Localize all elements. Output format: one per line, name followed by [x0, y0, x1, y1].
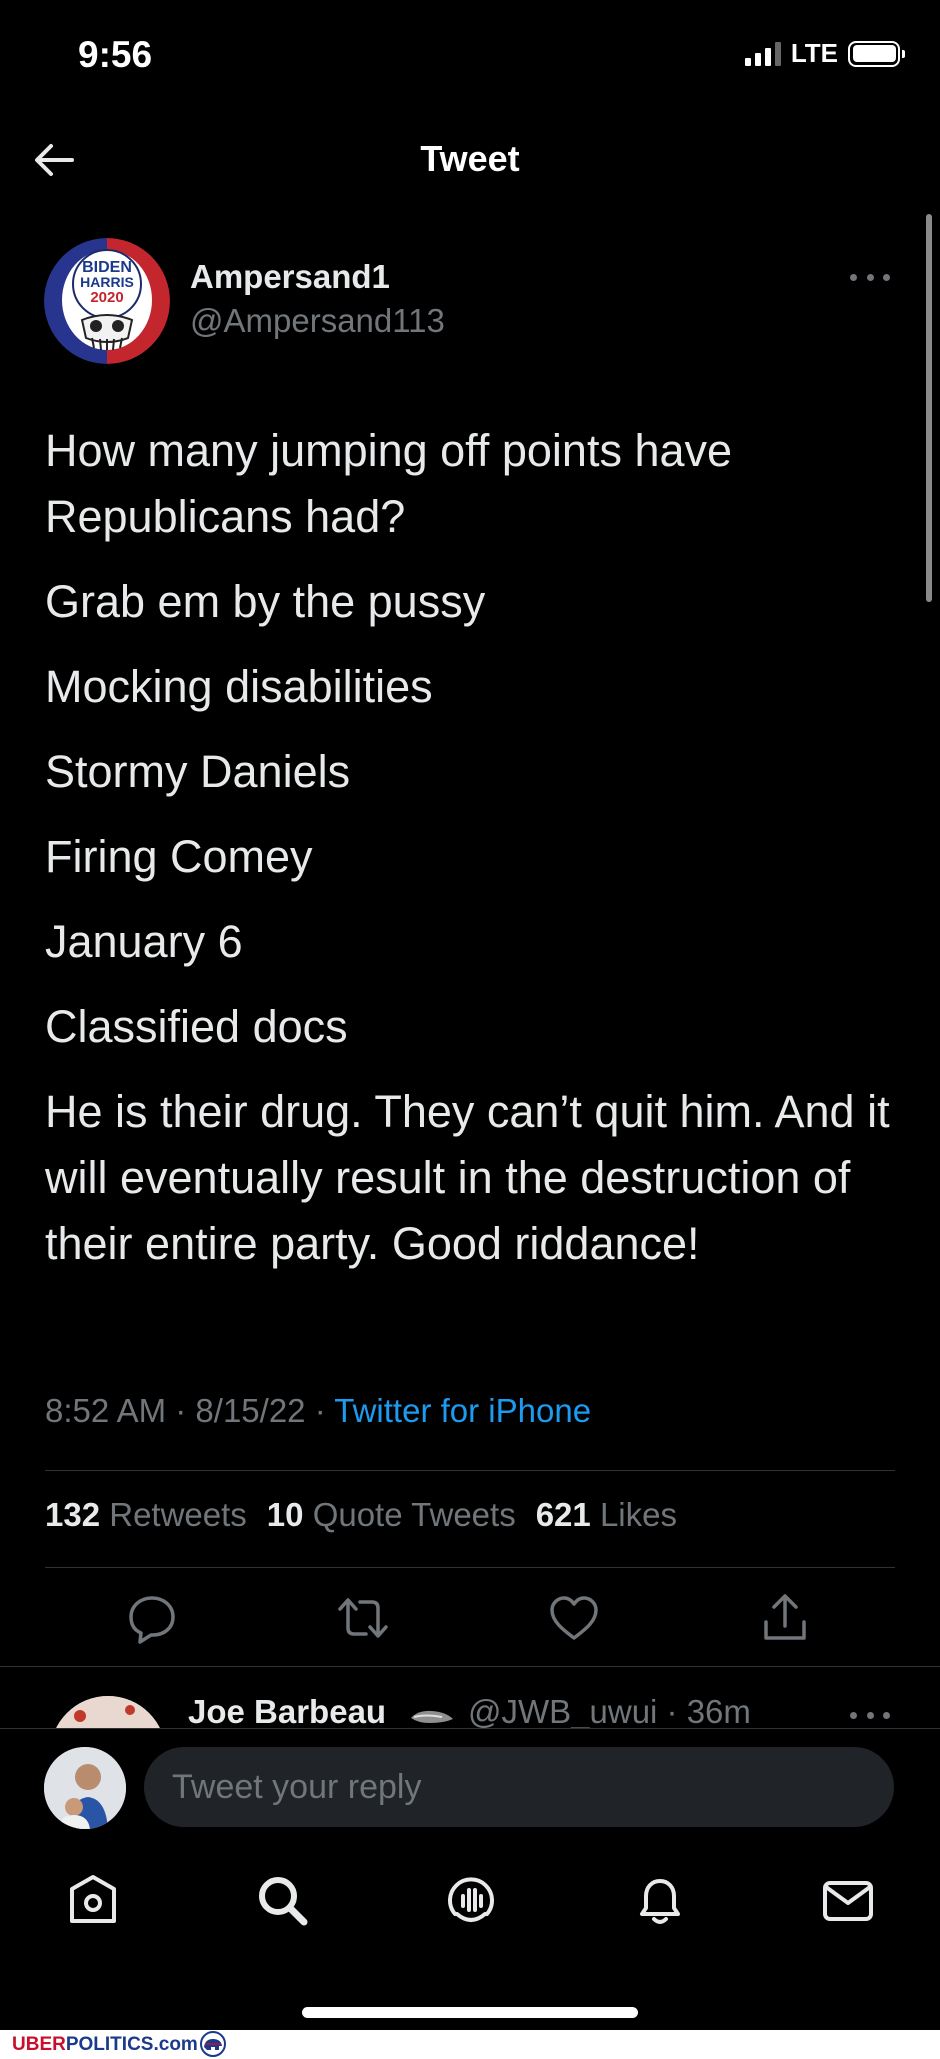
signal-icon [744, 41, 781, 66]
scrollbar[interactable] [926, 214, 932, 602]
retweets-label: Retweets [109, 1496, 247, 1533]
bottom-nav [0, 1870, 940, 1940]
reply-icon[interactable] [124, 1590, 180, 1646]
avatar-text-harris: HARRIS [80, 274, 134, 290]
likes-count: 621 [535, 1496, 591, 1533]
tweet-source-link[interactable]: Twitter for iPhone [334, 1392, 591, 1429]
quote-tweets-stat[interactable]: 10 Quote Tweets [267, 1496, 516, 1534]
tweet-text: How many jumping off points have Republi… [45, 418, 915, 1296]
watermark-text: UBERPOLITICS.com [12, 2034, 198, 2055]
tweet-detail-screen: 9:56 LTE Tweet BIDEN HARRIS 2020 Ampersa… [0, 0, 940, 2059]
like-icon[interactable] [546, 1590, 602, 1646]
notifications-icon[interactable] [630, 1870, 690, 1930]
quotes-label: Quote Tweets [312, 1496, 516, 1533]
author-name[interactable]: Ampersand1 [190, 258, 390, 296]
reply-composer [0, 1728, 940, 2059]
status-indicators: LTE [744, 38, 905, 69]
author-avatar[interactable]: BIDEN HARRIS 2020 [44, 238, 170, 364]
status-time: 9:56 [78, 34, 153, 75]
tweet-date: 8/15/22 [195, 1392, 306, 1429]
elephant-seal-icon [193, 2031, 233, 2057]
likes-stat[interactable]: 621 Likes [536, 1496, 677, 1534]
tweet-actions [0, 1590, 940, 1650]
spaces-icon[interactable] [441, 1870, 501, 1930]
tweet-meta: 8:52 AM · 8/15/22 · Twitter for iPhone [45, 1392, 592, 1429]
likes-label: Likes [599, 1496, 677, 1533]
reply-author-name[interactable]: Joe Barbeau [188, 1693, 386, 1731]
divider [0, 1666, 940, 1667]
more-icon[interactable] [850, 1700, 890, 1730]
page-title: Tweet [420, 138, 520, 179]
tweet-paragraph: Stormy Daniels [45, 746, 351, 797]
tweet-stats: 132 Retweets 10 Quote Tweets 621 Likes [45, 1496, 677, 1534]
tweet-paragraph: Firing Comey [45, 831, 313, 882]
search-icon[interactable] [252, 1870, 312, 1930]
network-label: LTE [790, 38, 838, 68]
reply-input[interactable] [144, 1747, 894, 1827]
home-icon[interactable] [63, 1870, 123, 1930]
tweet-paragraph: Grab em by the pussy [45, 576, 486, 627]
tweet-paragraph: He is their drug. They can’t quit him. A… [45, 1086, 890, 1269]
quotes-count: 10 [266, 1496, 304, 1533]
battery-icon [848, 40, 905, 67]
divider [45, 1470, 895, 1471]
author-handle[interactable]: @Ampersand113 [190, 302, 445, 340]
retweet-icon[interactable] [335, 1590, 391, 1646]
share-icon[interactable] [757, 1590, 813, 1646]
tweet-paragraph: January 6 [45, 916, 243, 967]
tweet-paragraph: Mocking disabilities [45, 661, 433, 712]
more-icon[interactable] [850, 262, 890, 292]
tweet-time: 8:52 AM [45, 1392, 167, 1429]
avatar-text-year: 2020 [90, 289, 123, 306]
divider [45, 1567, 895, 1568]
watermark: UBERPOLITICS.com [0, 2030, 940, 2059]
badger-emoji-icon [408, 1706, 456, 1726]
tweet-paragraph: How many jumping off points have Republi… [45, 425, 733, 542]
divider [0, 1728, 940, 1729]
tweet-paragraph: Classified docs [45, 1001, 348, 1052]
messages-icon[interactable] [818, 1870, 878, 1930]
retweets-stat[interactable]: 132 Retweets [45, 1496, 247, 1534]
user-avatar[interactable] [44, 1747, 126, 1829]
reply-author-handle[interactable]: @JWB_uwui · 36m [468, 1693, 751, 1731]
retweets-count: 132 [45, 1496, 101, 1533]
home-indicator[interactable] [302, 2007, 638, 2018]
